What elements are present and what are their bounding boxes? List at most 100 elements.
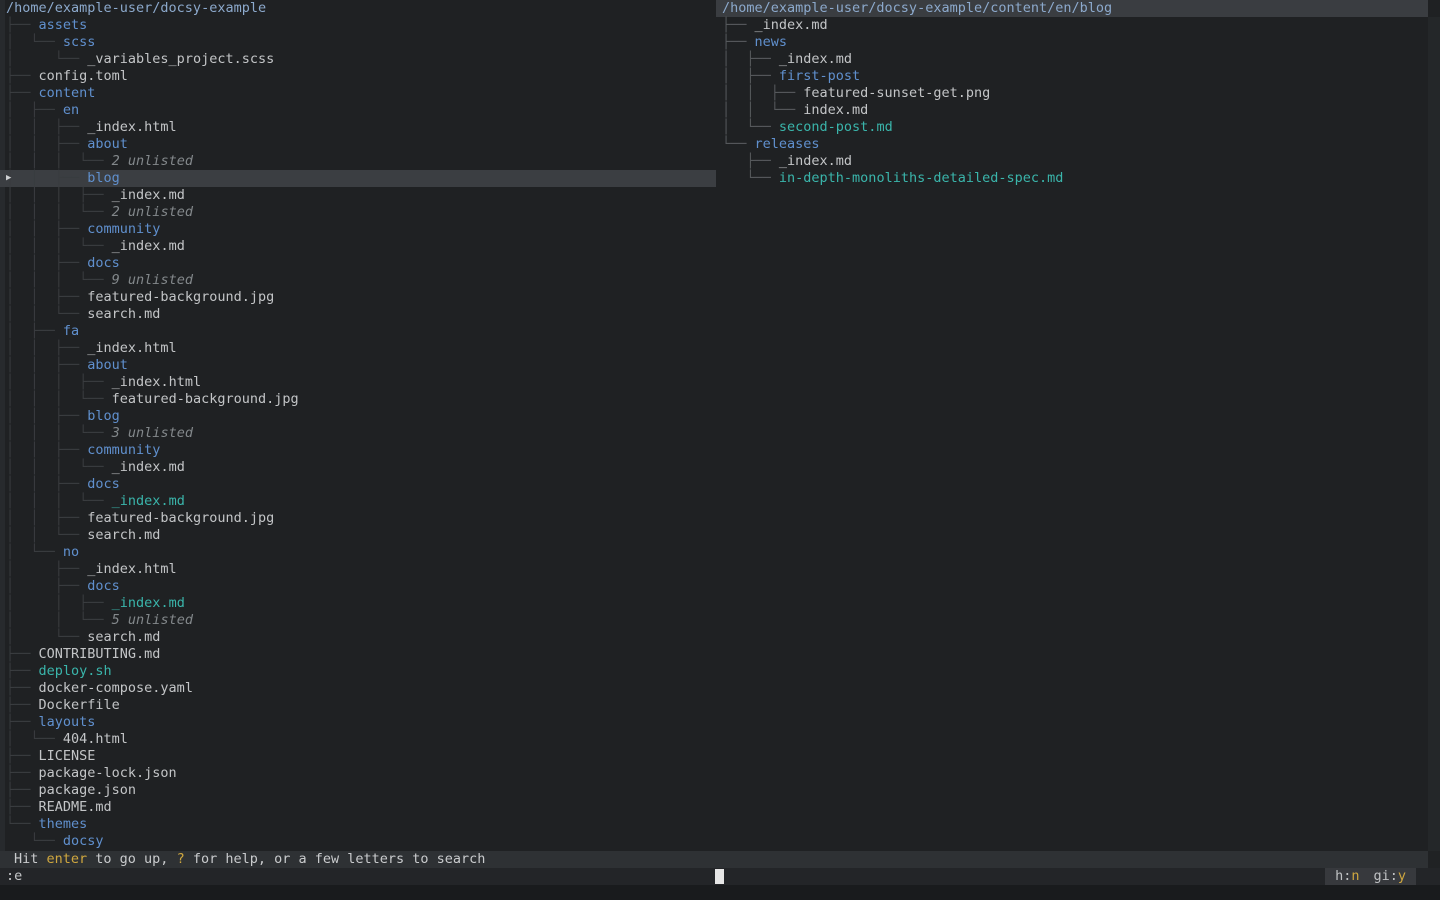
tree-row[interactable]: │ │ │ └── featured-background.jpg	[0, 391, 716, 408]
tree-row[interactable]: └── docsy	[0, 833, 716, 850]
tree-row[interactable]: │ │ ├── _index.html	[0, 119, 716, 136]
tree-row[interactable]: └── in-depth-monoliths-detailed-spec.md	[716, 170, 1440, 187]
tree-row[interactable]: │ │ ├── community	[0, 442, 716, 459]
toggle-flags-panel: h:n gi:y	[1325, 868, 1416, 885]
tree-row[interactable]: │ └── search.md	[0, 629, 716, 646]
tree-row[interactable]: │ └── 404.html	[0, 731, 716, 748]
file-name: _variables_project.scss	[87, 51, 274, 67]
tree-row[interactable]: │ │ └── search.md	[0, 527, 716, 544]
tree-row[interactable]: │ │ ├── featured-background.jpg	[0, 510, 716, 527]
command-input-row[interactable]: :e h:n gi:y	[0, 868, 1440, 885]
tree-branch-lines: │ ├──	[6, 561, 87, 577]
tree-row[interactable]: │ ├── docs	[0, 578, 716, 595]
left-root-path[interactable]: /home/example-user/docsy-example	[0, 0, 716, 17]
tree-row[interactable]: │ │ │ └── 3 unlisted	[0, 425, 716, 442]
tree-row[interactable]: │ └── second-post.md	[716, 119, 1440, 136]
tree-row[interactable]: │ │ ├── featured-background.jpg	[0, 289, 716, 306]
right-root-path[interactable]: /home/example-user/docsy-example/content…	[716, 0, 1428, 17]
tree-row[interactable]: │ │ ├── _index.md	[0, 595, 716, 612]
file-name: search.md	[87, 527, 160, 543]
file-name: _index.html	[112, 374, 201, 390]
tree-row[interactable]: │ └── no	[0, 544, 716, 561]
right-edge-strip	[1428, 17, 1440, 851]
tree-row[interactable]: ├── CONTRIBUTING.md	[0, 646, 716, 663]
dir-name: blog	[87, 408, 120, 424]
file-name: LICENSE	[39, 748, 96, 764]
tree-row[interactable]: │ │ ├── about	[0, 357, 716, 374]
dir-name: about	[87, 136, 128, 152]
tree-branch-lines: │ │ ├──	[722, 85, 803, 101]
flag-gi: gi:y	[1373, 868, 1406, 885]
left-panel-input-value[interactable]: :e	[6, 868, 22, 885]
file-name: _index.md	[112, 459, 185, 475]
tree-row[interactable]: │ │ └── search.md	[0, 306, 716, 323]
tree-row[interactable]: └── releases	[716, 136, 1440, 153]
tree-row[interactable]: │ │ └── 5 unlisted	[0, 612, 716, 629]
dir-name: community	[87, 442, 160, 458]
tree-row[interactable]: ├── README.md	[0, 799, 716, 816]
file-name: search.md	[87, 629, 160, 645]
tree-row[interactable]: │ │ ├── featured-sunset-get.png	[716, 85, 1440, 102]
flag-h: h:n	[1335, 868, 1359, 885]
file-name: _index.md	[779, 51, 852, 67]
tree-branch-lines: │ └──	[6, 544, 63, 560]
dir-name: en	[63, 102, 79, 118]
status-bar-end	[1428, 851, 1440, 868]
tree-row[interactable]: │ │ │ └── 2 unlisted	[0, 153, 716, 170]
tree-row[interactable]: │ │ └── index.md	[716, 102, 1440, 119]
tree-row[interactable]: ├── Dockerfile	[0, 697, 716, 714]
file-name: _index.md	[779, 153, 852, 169]
tree-row[interactable]: │ │ │ └── 9 unlisted	[0, 272, 716, 289]
tree-row[interactable]: ├── config.toml	[0, 68, 716, 85]
file-name: deploy.sh	[39, 663, 112, 679]
tree-branch-lines: │ │ ├──	[6, 357, 87, 373]
dir-name: docs	[87, 255, 120, 271]
tree-row[interactable]: ├── package.json	[0, 782, 716, 799]
tree-row[interactable]: ├── content	[0, 85, 716, 102]
tree-branch-lines: │ └──	[722, 119, 779, 135]
file-name: package-lock.json	[39, 765, 177, 781]
tree-row[interactable]: │ │ │ └── _index.md	[0, 493, 716, 510]
tree-branch-lines: │ ├──	[722, 51, 779, 67]
tree-row[interactable]: │ │ │ └── _index.md	[0, 238, 716, 255]
tree-row[interactable]: ├── package-lock.json	[0, 765, 716, 782]
tree-row[interactable]: ├── assets	[0, 17, 716, 34]
tree-row[interactable]: │ ├── first-post	[716, 68, 1440, 85]
tree-row[interactable]: │ │ │ ├── _index.html	[0, 374, 716, 391]
dir-name: content	[39, 85, 96, 101]
tree-row[interactable]: └── themes	[0, 816, 716, 833]
tree-row[interactable]: │ │ ├── community	[0, 221, 716, 238]
status-key-hint: ?	[177, 851, 185, 867]
tree-row[interactable]: │ │ ├── ▶blog	[0, 170, 716, 187]
tree-row[interactable]: ├── layouts	[0, 714, 716, 731]
tree-row[interactable]: │ │ │ └── 2 unlisted	[0, 204, 716, 221]
tree-branch-lines: │ └──	[6, 629, 87, 645]
file-name: _index.md	[755, 17, 828, 33]
tree-row[interactable]: │ │ │ ├── _index.md	[0, 187, 716, 204]
dir-name: docsy	[63, 833, 104, 849]
tree-branch-lines: ├──	[6, 68, 39, 84]
dir-name: about	[87, 357, 128, 373]
tree-row[interactable]: │ ├── fa	[0, 323, 716, 340]
unlisted-count: 2 unlisted	[112, 204, 193, 220]
tree-row[interactable]: │ ├── _index.md	[716, 51, 1440, 68]
tree-row[interactable]: │ ├── en	[0, 102, 716, 119]
status-bar: Hit enter to go up, ? for help, or a few…	[0, 851, 1428, 868]
tree-branch-lines: └──	[722, 136, 755, 152]
tree-row[interactable]: │ └── scss	[0, 34, 716, 51]
tree-row[interactable]: │ │ ├── blog	[0, 408, 716, 425]
tree-row[interactable]: │ │ ├── _index.html	[0, 340, 716, 357]
tree-row[interactable]: │ │ ├── docs	[0, 476, 716, 493]
tree-row[interactable]: ├── _index.md	[716, 17, 1440, 34]
tree-row[interactable]: ├── docker-compose.yaml	[0, 680, 716, 697]
tree-row[interactable]: │ └── _variables_project.scss	[0, 51, 716, 68]
tree-row[interactable]: │ │ ├── about	[0, 136, 716, 153]
tree-row[interactable]: ├── news	[716, 34, 1440, 51]
tree-row[interactable]: ├── deploy.sh	[0, 663, 716, 680]
tree-branch-lines: │ │ │ └──	[6, 391, 112, 407]
tree-row[interactable]: │ │ ├── docs	[0, 255, 716, 272]
tree-row[interactable]: ├── LICENSE	[0, 748, 716, 765]
tree-row[interactable]: │ ├── _index.html	[0, 561, 716, 578]
tree-row[interactable]: │ │ │ └── _index.md	[0, 459, 716, 476]
tree-row[interactable]: ├── _index.md	[716, 153, 1440, 170]
